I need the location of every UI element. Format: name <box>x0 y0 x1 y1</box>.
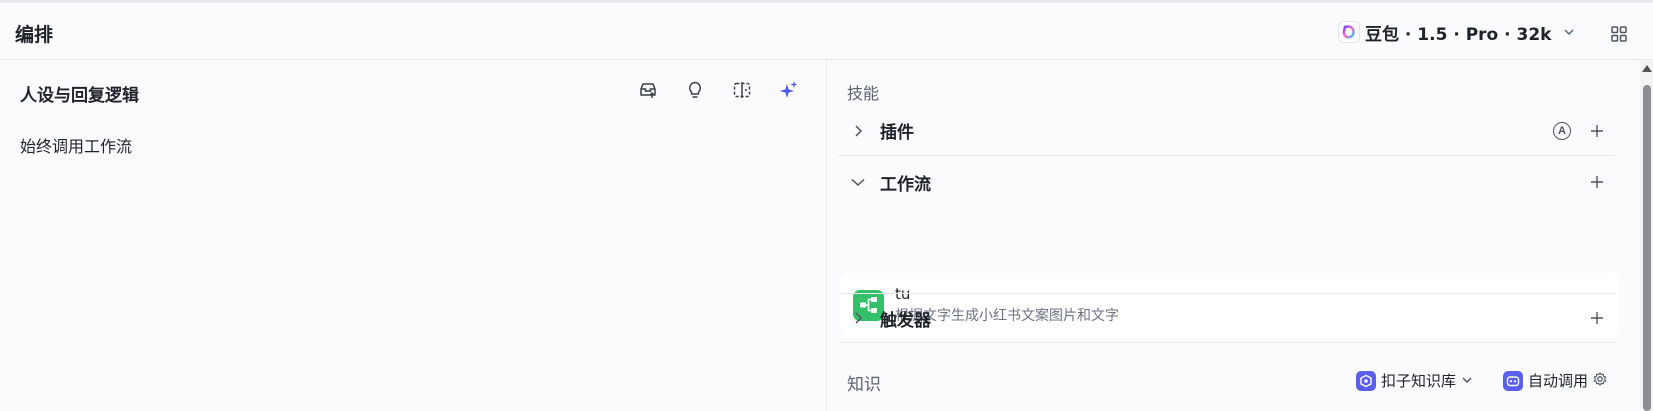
workflow-label: 工作流 <box>880 174 931 195</box>
auto-mode-badge[interactable]: A <box>1553 121 1571 140</box>
persona-prompt-text[interactable]: 始终调用工作流 <box>20 133 132 157</box>
plugins-row[interactable]: 插件 A <box>838 106 1615 156</box>
lightbulb-icon[interactable] <box>685 80 705 100</box>
persona-panel: 人设与回复逻辑 始终调用工作流 <box>0 61 827 411</box>
model-name: 豆包 · 1.5 · Pro · 32k <box>1365 24 1552 45</box>
persona-toolbar <box>638 80 799 100</box>
prompt-library-icon[interactable] <box>638 80 658 100</box>
knowledge-source-label: 扣子知识库 <box>1381 372 1457 390</box>
add-plugin-icon[interactable] <box>1589 123 1605 139</box>
auto-call-label: 自动调用 <box>1528 372 1589 390</box>
chevron-right-icon <box>850 310 866 326</box>
workflow-row[interactable]: 工作流 <box>838 157 1615 207</box>
chevron-right-icon <box>850 123 866 139</box>
plugins-actions: A <box>1553 121 1605 140</box>
triggers-actions <box>1589 310 1605 326</box>
knowledge-section-label: 知识 <box>847 375 881 395</box>
header: 编排 豆包 · 1.5 · Pro · 32k <box>0 3 1653 60</box>
triggers-row[interactable]: 触发器 <box>838 293 1615 343</box>
plugins-label: 插件 <box>880 123 914 143</box>
chevron-down-icon <box>850 174 866 190</box>
gear-icon[interactable] <box>1593 371 1607 390</box>
skills-section-label: 技能 <box>847 84 880 103</box>
model-selector[interactable]: 豆包 · 1.5 · Pro · 32k <box>1338 16 1576 48</box>
triggers-label: 触发器 <box>880 310 931 331</box>
scrollbar-thumb[interactable] <box>1643 85 1651 411</box>
page-title: 编排 <box>15 24 54 46</box>
persona-title: 人设与回复逻辑 <box>20 86 139 106</box>
knowledge-source-dropdown[interactable]: 扣子知识库 <box>1356 370 1473 391</box>
split-view-icon[interactable] <box>732 80 752 100</box>
auto-call-setting[interactable]: 自动调用 <box>1503 370 1607 391</box>
coze-knowledge-icon <box>1356 370 1376 391</box>
add-trigger-icon[interactable] <box>1589 310 1605 326</box>
scroll-up-arrow-icon[interactable] <box>1642 65 1652 72</box>
add-workflow-icon[interactable] <box>1589 174 1605 190</box>
chevron-down-icon <box>1562 25 1576 39</box>
workflow-actions <box>1589 174 1605 190</box>
doubao-logo-icon <box>1338 21 1360 43</box>
chevron-down-icon <box>1461 371 1473 390</box>
layout-grid-icon[interactable] <box>1610 25 1628 43</box>
ai-optimize-sparkle-icon[interactable] <box>779 80 799 100</box>
robot-icon <box>1503 370 1523 391</box>
